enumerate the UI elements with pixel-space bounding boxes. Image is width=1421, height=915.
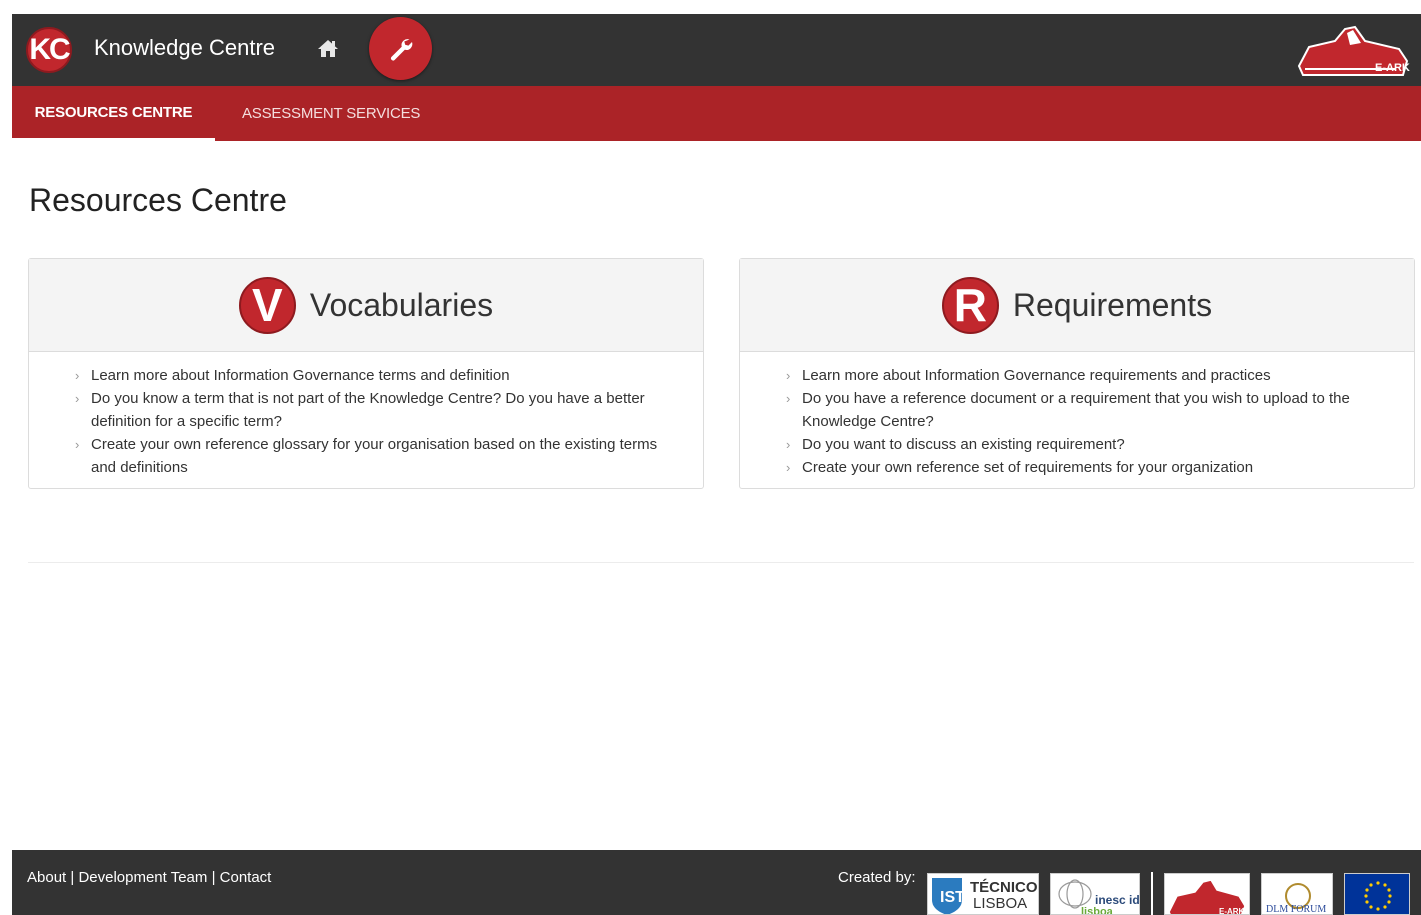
list-item: › Create your own reference set of requir… [786, 456, 1390, 479]
lisboa-text: LISBOA [973, 895, 1027, 912]
eu-flag-logo[interactable] [1344, 873, 1410, 915]
chevron-right-icon: › [75, 437, 80, 452]
dlm-text: DLM FORUM [1266, 904, 1326, 915]
partner-separator [1151, 872, 1153, 915]
footer: About | Development Team | Contact Creat… [12, 850, 1421, 915]
list-item: › Learn more about Information Governance… [786, 364, 1390, 387]
chevron-right-icon: › [786, 460, 791, 475]
tecnico-lisboa-logo[interactable]: IST TÉCNICO LISBOA [927, 873, 1039, 915]
dlm-forum-logo[interactable]: DLM FORUM [1261, 873, 1333, 915]
list-item: › Create your own reference glossary for … [75, 433, 679, 479]
chevron-right-icon: › [75, 391, 80, 406]
list-item: › Do you know a term that is not part of … [75, 387, 679, 433]
created-by-label: Created by: [838, 869, 916, 886]
requirements-badge: R [941, 276, 999, 334]
tools-button[interactable] [369, 17, 432, 80]
eark-logo[interactable]: E-ARK [1295, 19, 1413, 79]
vocabularies-badge: V [238, 276, 296, 334]
page-title: Resources Centre [29, 182, 287, 218]
requirements-title[interactable]: Requirements [1013, 287, 1212, 324]
footer-links: About | Development Team | Contact [27, 869, 271, 886]
requirements-list: › Learn more about Information Governance… [740, 352, 1414, 479]
app-title[interactable]: Knowledge Centre [94, 35, 275, 61]
svg-text:IST: IST [940, 889, 965, 906]
home-icon[interactable] [317, 38, 339, 58]
kc-logo[interactable]: KC [26, 27, 72, 73]
list-item: › Do you have a reference document or a r… [786, 387, 1390, 433]
list-item: › Learn more about Information Governance… [75, 364, 679, 387]
vocabularies-card[interactable]: V Vocabularies › Learn more about Informa… [28, 258, 704, 489]
link-separator: | [66, 869, 79, 886]
list-item: › Do you want to discuss an existing requ… [786, 433, 1390, 456]
wrench-icon [390, 38, 412, 61]
tab-resources-centre[interactable]: RESOURCES CENTRE [12, 86, 215, 141]
chevron-right-icon: › [786, 437, 791, 452]
requirements-card[interactable]: R Requirements › Learn more about Informa… [739, 258, 1415, 489]
eark-logo-text: E-ARK [1375, 62, 1410, 74]
eark-partner-text: E-ARK [1219, 907, 1245, 915]
tab-bar: RESOURCES CENTRE ASSESSMENT SERVICES [12, 86, 1421, 141]
eark-partner-logo[interactable]: E-ARK [1164, 873, 1250, 915]
eu-stars-icon [1364, 881, 1392, 911]
vocabularies-list: › Learn more about Information Governance… [29, 352, 703, 479]
top-header: KC Knowledge Centre E-ARK [12, 14, 1421, 86]
vocabularies-title[interactable]: Vocabularies [310, 287, 493, 324]
requirements-card-header[interactable]: R Requirements [740, 259, 1414, 352]
chevron-right-icon: › [786, 368, 791, 383]
chevron-right-icon: › [786, 391, 791, 406]
inesc-id-logo[interactable]: inesc id lisboa [1050, 873, 1140, 915]
chevron-right-icon: › [75, 368, 80, 383]
inesc-lisboa-text: lisboa [1081, 906, 1114, 915]
link-separator: | [207, 869, 220, 886]
vocabularies-card-header[interactable]: V Vocabularies [29, 259, 703, 352]
development-team-link[interactable]: Development Team [78, 869, 207, 886]
content-divider [28, 562, 1414, 563]
tab-assessment-services[interactable]: ASSESSMENT SERVICES [242, 86, 420, 141]
about-link[interactable]: About [27, 869, 66, 886]
contact-link[interactable]: Contact [220, 869, 272, 886]
tecnico-text: TÉCNICO [970, 879, 1038, 896]
inesc-text: inesc id [1095, 893, 1140, 907]
